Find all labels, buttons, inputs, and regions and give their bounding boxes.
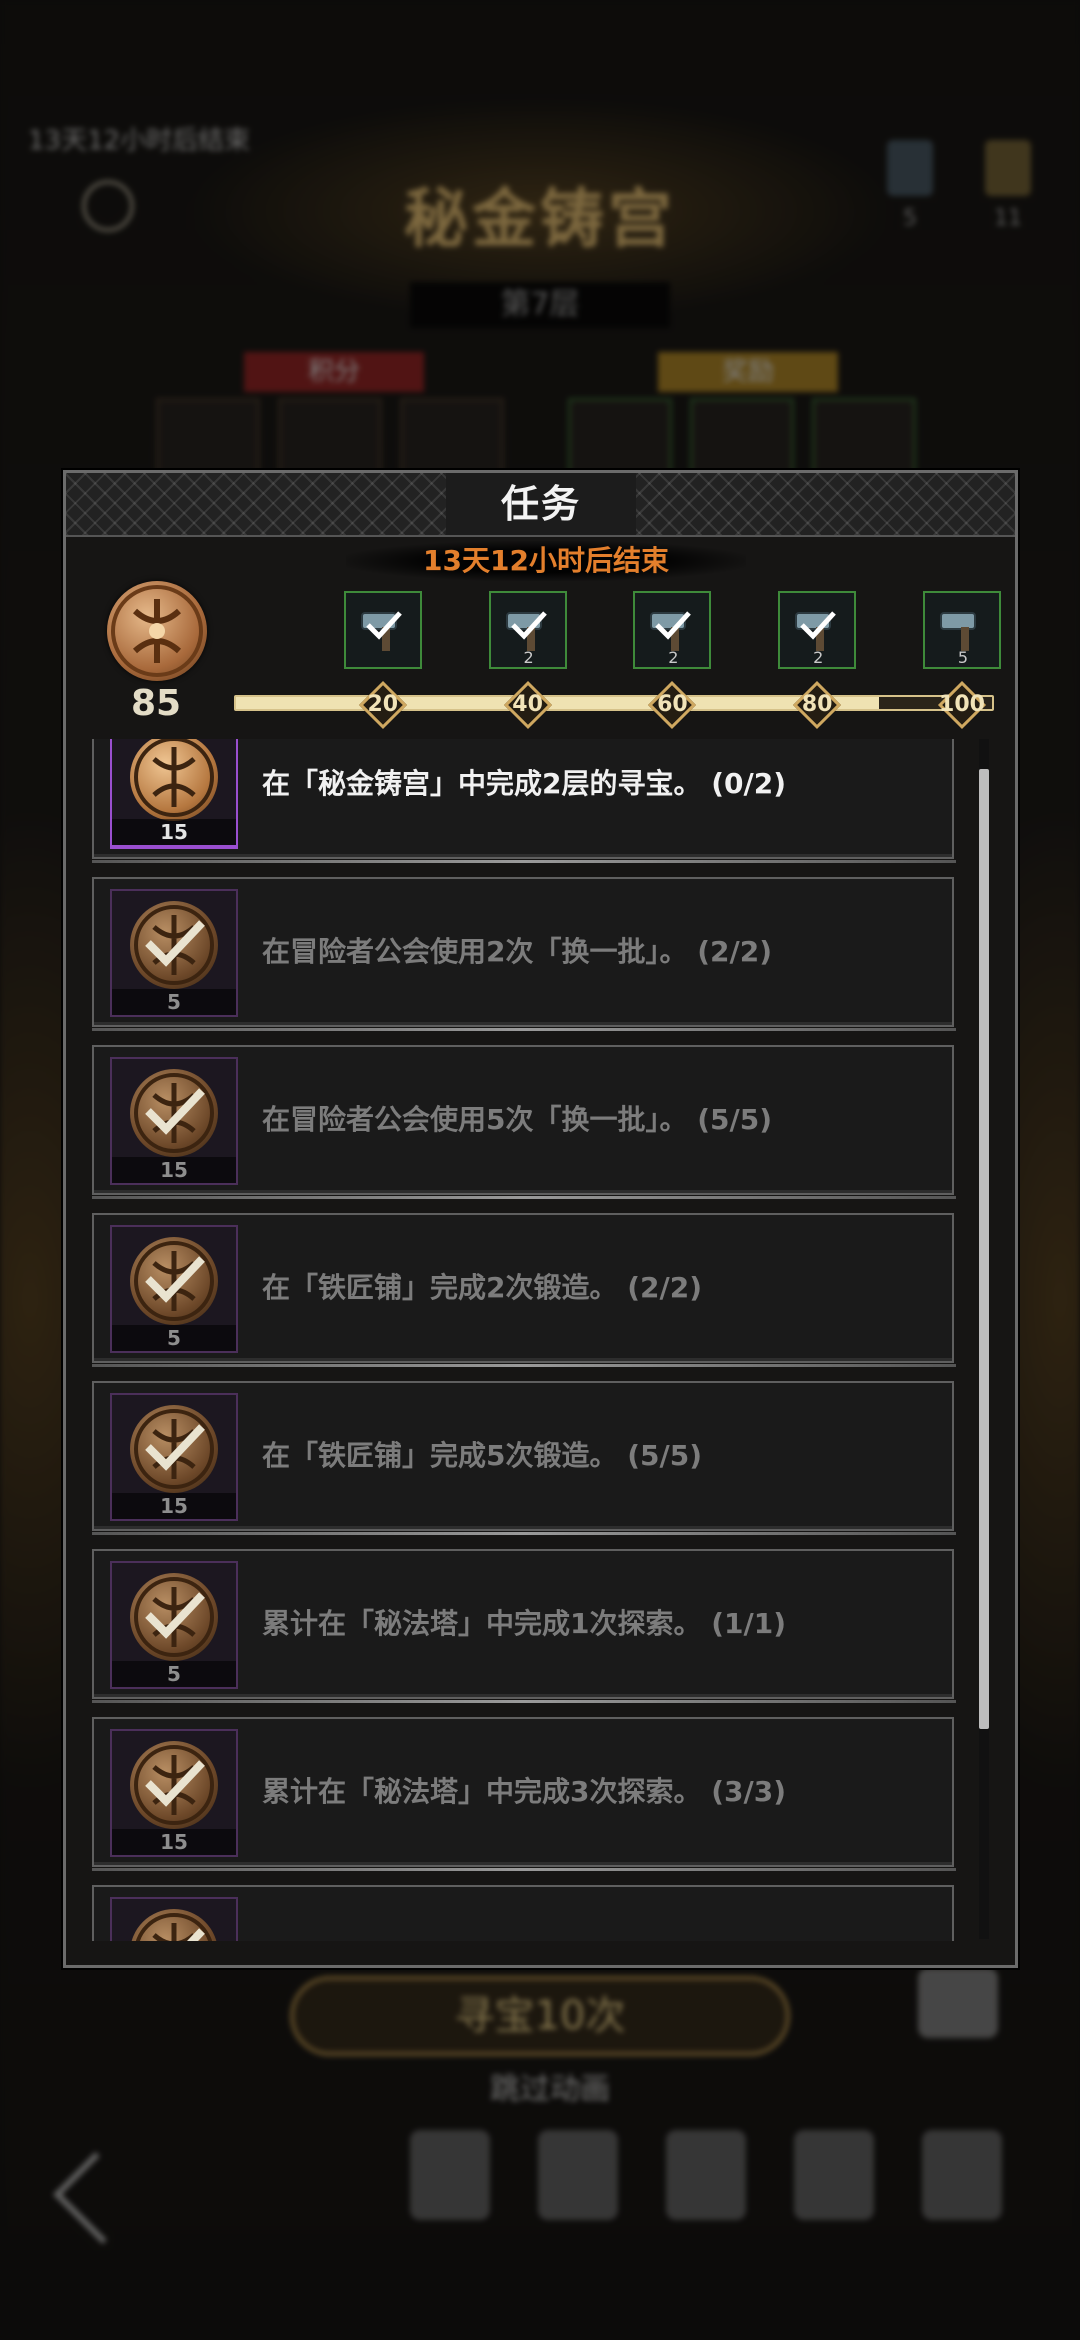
task-points: 5 bbox=[112, 1661, 236, 1687]
task-description: 在冒险者公会使用2次「换一批」。 (2/2) bbox=[262, 935, 773, 968]
milestone-marker: 20 bbox=[358, 680, 407, 730]
bg-tag-right: 奖励 bbox=[658, 352, 838, 392]
task-dialog: 任务 13天12小时后结束 85 20 40 60 80 100 2 2 2 5 15 在「秘金… bbox=[63, 470, 1018, 1968]
milestone-value: 100 bbox=[939, 692, 985, 717]
check-icon bbox=[145, 1760, 205, 1807]
task-reward-icon: 5 bbox=[110, 889, 238, 1017]
task-list-scrollbar[interactable] bbox=[979, 739, 989, 1939]
reward-quantity: 2 bbox=[813, 648, 824, 667]
task-list[interactable]: 15 在「秘金铸宫」中完成2层的寻宝。 (0/2) 5 在冒险者公会使用2次「换一批」… bbox=[92, 739, 972, 1941]
task-description: 累计在「秘法塔」中完成3次探索。 (3/3) bbox=[262, 1775, 787, 1808]
milestone-reward[interactable]: 2 bbox=[778, 591, 857, 669]
reward-quantity: 2 bbox=[668, 648, 679, 667]
scrollbar-thumb[interactable] bbox=[979, 769, 989, 1729]
check-icon bbox=[145, 1256, 205, 1303]
milestone-marker: 80 bbox=[793, 680, 842, 730]
hammer-icon bbox=[940, 612, 976, 651]
task-row[interactable] bbox=[92, 1885, 954, 1941]
nav-item-3[interactable] bbox=[646, 2130, 766, 2226]
task-row[interactable]: 15 在「铁匠铺」完成5次锻造。 (5/5) bbox=[92, 1381, 956, 1535]
reward-quantity: 5 bbox=[957, 648, 969, 667]
milestone-reward[interactable]: 2 bbox=[488, 591, 567, 669]
task-reward-icon: 15 bbox=[110, 1393, 238, 1521]
task-description: 在「秘金铸宫」中完成2层的寻宝。 (0/2) bbox=[262, 767, 787, 800]
chest-icon[interactable] bbox=[918, 1968, 998, 2038]
check-icon bbox=[145, 1088, 205, 1135]
task-description: 在「铁匠铺」完成2次锻造。 (2/2) bbox=[262, 1271, 703, 1304]
milestone-marker: 40 bbox=[503, 680, 552, 730]
emblem-icon bbox=[130, 739, 218, 821]
dialog-title: 任务 bbox=[446, 473, 636, 535]
task-row[interactable]: 5 在冒险者公会使用2次「换一批」。 (2/2) bbox=[92, 877, 956, 1031]
check-icon bbox=[145, 1424, 205, 1471]
nav-item-5[interactable] bbox=[902, 2130, 1022, 2226]
milestone-reward[interactable]: 2 bbox=[633, 591, 712, 669]
check-icon bbox=[366, 611, 402, 640]
event-countdown: 13天12小时后结束 bbox=[346, 541, 746, 581]
milestone-value: 60 bbox=[657, 692, 688, 717]
task-description: 在冒险者公会使用5次「换一批」。 (5/5) bbox=[262, 1103, 773, 1136]
task-reward-icon: 15 bbox=[110, 1729, 238, 1857]
resource-count: 11 bbox=[994, 206, 1022, 231]
task-description: 在「铁匠铺」完成5次锻造。 (5/5) bbox=[262, 1439, 703, 1472]
key-icon bbox=[985, 140, 1031, 196]
task-row[interactable]: 15 在冒险者公会使用5次「换一批」。 (5/5) bbox=[92, 1045, 956, 1199]
milestone-value: 40 bbox=[512, 692, 543, 717]
task-row[interactable]: 5 在「铁匠铺」完成2次锻造。 (2/2) bbox=[92, 1213, 956, 1367]
task-reward-icon: 15 bbox=[110, 1057, 238, 1185]
milestone-reward[interactable]: 5 bbox=[923, 591, 1001, 669]
nav-item-1[interactable] bbox=[390, 2130, 510, 2226]
check-icon bbox=[800, 611, 837, 640]
task-points: 15 bbox=[112, 819, 236, 845]
bg-countdown: 13天12小时后结束 bbox=[28, 126, 251, 156]
task-description: 累计在「秘法塔」中完成1次探索。 (1/1) bbox=[262, 1607, 787, 1640]
current-points: 85 bbox=[130, 683, 182, 724]
task-points: 5 bbox=[112, 989, 236, 1015]
task-reward-icon: 5 bbox=[110, 1561, 238, 1689]
dialog-header: 任务 bbox=[66, 473, 1015, 537]
task-row[interactable]: 15 累计在「秘法塔」中完成3次探索。 (3/3) bbox=[92, 1717, 956, 1871]
check-icon bbox=[187, 1928, 205, 1941]
check-icon bbox=[510, 611, 547, 640]
reward-quantity: 2 bbox=[523, 648, 534, 667]
progress-fill bbox=[236, 697, 879, 709]
task-reward-icon: 5 bbox=[110, 1225, 238, 1353]
check-icon bbox=[655, 611, 692, 640]
nav-item-4[interactable] bbox=[774, 2130, 894, 2226]
milestone-reward[interactable] bbox=[343, 591, 422, 669]
pickaxe-resource: 5 bbox=[880, 140, 940, 231]
milestone-marker: 100 bbox=[937, 680, 987, 730]
task-points: 15 bbox=[112, 1493, 236, 1519]
key-resource: 11 bbox=[978, 140, 1038, 231]
task-points: 15 bbox=[112, 1157, 236, 1183]
check-icon bbox=[145, 1592, 205, 1639]
task-reward-icon: 15 bbox=[110, 739, 238, 849]
task-row[interactable]: 15 在「秘金铸宫」中完成2层的寻宝。 (0/2) bbox=[92, 739, 956, 863]
points-medal-icon bbox=[107, 581, 207, 681]
treasure-hunt-button[interactable]: 寻宝10次 bbox=[290, 1976, 790, 2056]
skip-animation-toggle[interactable]: 跳过动画 bbox=[450, 2064, 650, 2108]
check-icon bbox=[145, 920, 205, 967]
bg-tag-left: 积分 bbox=[244, 352, 424, 392]
nav-item-2[interactable] bbox=[518, 2130, 638, 2226]
milestone-value: 20 bbox=[367, 692, 399, 717]
task-points: 15 bbox=[112, 1829, 236, 1855]
pickaxe-icon bbox=[887, 140, 933, 196]
milestone-marker: 60 bbox=[648, 680, 697, 730]
task-reward-icon bbox=[110, 1897, 238, 1941]
task-description bbox=[262, 1887, 942, 1941]
task-row[interactable]: 5 累计在「秘法塔」中完成1次探索。 (1/1) bbox=[92, 1549, 956, 1703]
milestone-value: 80 bbox=[801, 692, 833, 717]
task-points: 5 bbox=[112, 1325, 236, 1351]
resource-count: 5 bbox=[903, 206, 917, 231]
bg-floor-label: 第7层 bbox=[410, 282, 670, 328]
points-progress-bar bbox=[234, 695, 994, 711]
